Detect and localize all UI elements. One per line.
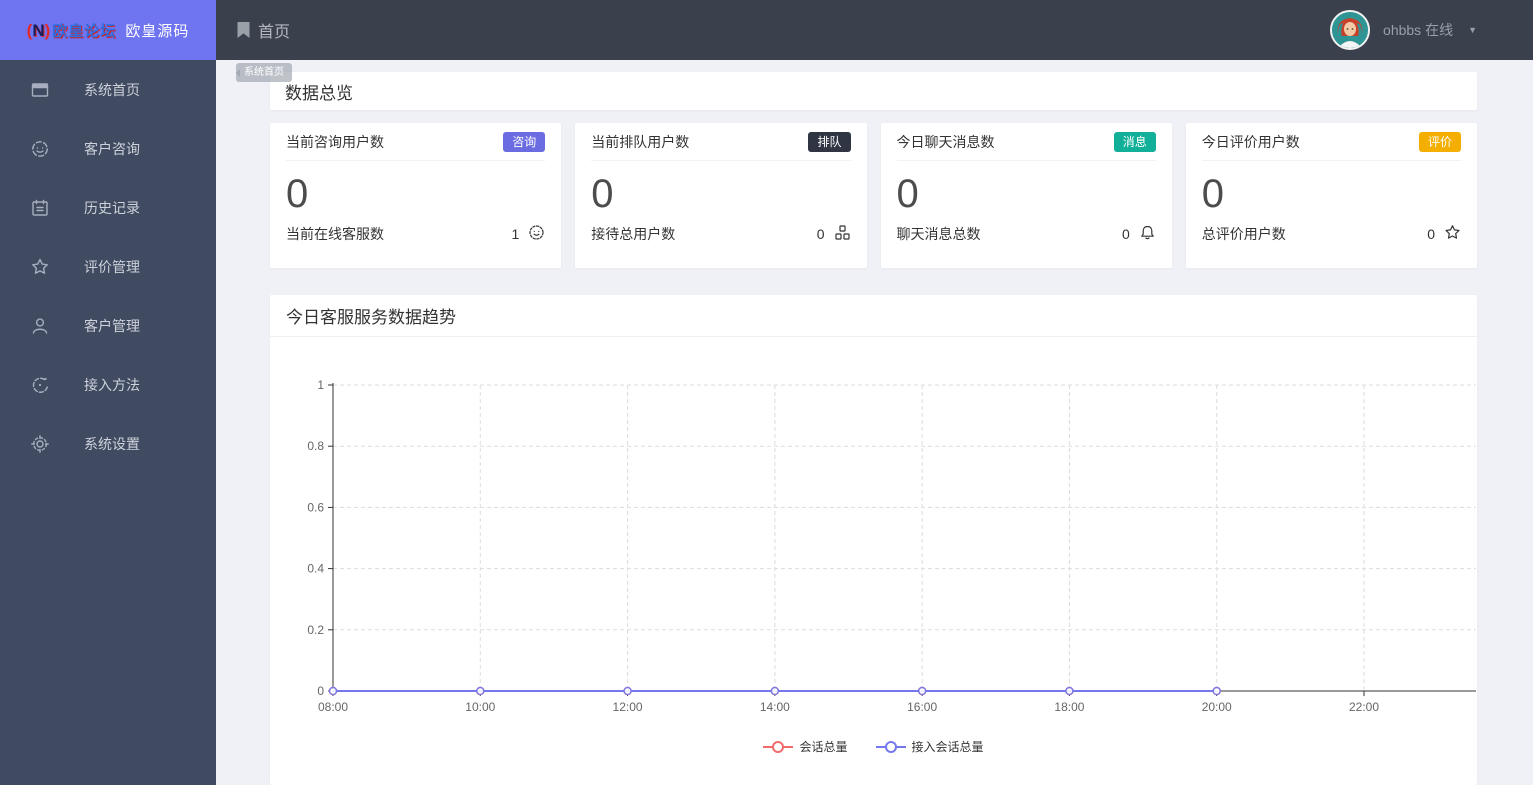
trend-chart: 0 0.2 0.4 0.6 0.8 1 08:00 10:00 12:00 14:00 16:00 1…: [307, 378, 1476, 714]
stat-footer-label: 总评价用户数: [1201, 226, 1286, 242]
stat-value: 0: [1201, 172, 1224, 216]
legend-label: 接入会话总量: [911, 740, 984, 754]
sidebar-item-settings[interactable]: 系统设置: [0, 414, 216, 473]
sidebar-item-label: 系统首页: [84, 81, 140, 98]
stat-cards-row: 当前咨询用户数 咨询 0 当前在线客服数 1 当前排队用户数 排队 0 接待总用…: [270, 123, 1477, 268]
star-icon: [1444, 224, 1461, 244]
agent-smiley-icon: [528, 224, 545, 244]
svg-text:0.4: 0.4: [307, 562, 324, 576]
brand-logo-icon: (N) 欧皇论坛: [27, 20, 117, 41]
stat-footer-label: 聊天消息总数: [896, 226, 981, 242]
smiley-icon: [30, 139, 50, 159]
svg-text:20:00: 20:00: [1202, 700, 1232, 714]
status-badge: 咨询: [503, 131, 546, 152]
legend-item[interactable]: 接入会话总量: [875, 738, 984, 755]
chart-area[interactable]: 0 0.2 0.4 0.6 0.8 1 08:00 10:00 12:00 14:00 16:00 1…: [270, 337, 1477, 755]
svg-text:0.8: 0.8: [307, 439, 324, 453]
stat-value: 0: [591, 172, 614, 216]
stat-footer-value: 0: [1121, 226, 1130, 242]
stat-footer-value: 1: [511, 226, 520, 242]
stat-label: 当前咨询用户数: [286, 133, 384, 150]
avatar[interactable]: [1330, 10, 1371, 50]
app-window: (N) 欧皇论坛 欧皇源码 首页 ohbbs 在线 ▼ 系统首页 客户咨询 历史…: [0, 0, 1533, 785]
sidebar-item-customers[interactable]: 客户管理: [0, 296, 216, 355]
bookmark-icon: [236, 21, 251, 39]
stat-value: 0: [896, 172, 919, 216]
legend-marker-icon: [875, 740, 906, 753]
legend-marker-icon: [763, 740, 794, 753]
svg-text:12:00: 12:00: [613, 700, 643, 714]
sidebar-item-reviews[interactable]: 评价管理: [0, 237, 216, 296]
gear-icon: [30, 434, 50, 454]
legend-label: 会话总量: [799, 740, 848, 754]
sidebar-item-label: 历史记录: [84, 199, 140, 216]
top-navbar: (N) 欧皇论坛 欧皇源码 首页 ohbbs 在线 ▼: [0, 0, 1533, 60]
stat-footer-label: 当前在线客服数: [286, 226, 384, 242]
stat-label: 今日评价用户数: [1201, 133, 1300, 150]
main-content: 系统首页 数据总览 当前咨询用户数 咨询 0 当前在线客服数 1 当前排队用户数…: [216, 60, 1533, 785]
stat-card-messages: 今日聊天消息数 消息 0 聊天消息总数 0: [880, 123, 1172, 268]
svg-text:16:00: 16:00: [907, 700, 937, 714]
stat-label: 当前排队用户数: [591, 133, 690, 150]
stat-card-consulting: 当前咨询用户数 咨询 0 当前在线客服数 1: [270, 123, 562, 268]
sidebar-item-label: 客户咨询: [84, 140, 140, 157]
sidebar-item-history[interactable]: 历史记录: [0, 178, 216, 237]
logo-text: 欧皇论坛: [52, 22, 117, 40]
svg-text:08:00: 08:00: [318, 700, 348, 714]
logo-paren-right: ): [44, 20, 51, 40]
page-tab-tooltip: 系统首页: [236, 63, 292, 82]
logo-letter: N: [32, 20, 45, 40]
legend-item[interactable]: 会话总量: [763, 738, 848, 755]
status-badge: 评价: [1418, 131, 1461, 152]
stat-footer-value: 0: [1427, 226, 1435, 242]
chart-title: 今日客服服务数据趋势: [286, 308, 456, 327]
brand-logo[interactable]: (N) 欧皇论坛 欧皇源码: [0, 0, 216, 60]
user-icon: [30, 316, 50, 336]
sidebar: 系统首页 客户咨询 历史记录 评价管理 客户管理 接入方法 系统设置: [0, 60, 216, 785]
svg-text:0.6: 0.6: [307, 500, 324, 514]
stat-label: 今日聊天消息数: [896, 133, 995, 150]
star-icon: [30, 257, 50, 277]
trend-chart-card: 今日客服服务数据趋势 0 0.2 0.4 0.6 0.8 1 08:00 10:00 12:00…: [270, 295, 1477, 785]
chart-legend: 会话总量 接入会话总量: [270, 738, 1477, 755]
stat-footer-label: 接待总用户数: [591, 226, 676, 242]
svg-text:18:00: 18:00: [1054, 700, 1084, 714]
svg-text:0.2: 0.2: [307, 623, 324, 637]
nav-home-link[interactable]: 首页: [236, 18, 290, 42]
history-notebook-icon: [30, 198, 50, 218]
stat-card-ratings: 今日评价用户数 评价 0 总评价用户数 0: [1185, 123, 1477, 268]
svg-text:22:00: 22:00: [1349, 700, 1379, 714]
user-menu[interactable]: ohbbs 在线 ▼: [1330, 10, 1477, 50]
status-badge: 排队: [808, 131, 851, 152]
stat-footer-value: 0: [816, 226, 825, 242]
svg-text:10:00: 10:00: [465, 700, 495, 714]
api-link-icon: [30, 375, 50, 395]
nav-home-label: 首页: [258, 24, 291, 41]
stat-value: 0: [286, 172, 309, 216]
svg-text:14:00: 14:00: [760, 700, 790, 714]
sidebar-item-label: 客户管理: [84, 317, 140, 334]
user-name[interactable]: ohbbs 在线: [1383, 20, 1453, 40]
svg-text:0: 0: [317, 684, 324, 698]
overview-header-panel: 数据总览: [270, 72, 1477, 110]
svg-text:1: 1: [317, 378, 324, 392]
page-title: 数据总览: [285, 83, 353, 103]
sidebar-item-label: 系统设置: [84, 435, 140, 452]
monitor-icon: [30, 80, 50, 100]
sidebar-item-consult[interactable]: 客户咨询: [0, 119, 216, 178]
queue-grid-icon: [834, 224, 851, 244]
stat-card-queue: 当前排队用户数 排队 0 接待总用户数 0: [575, 123, 867, 268]
sidebar-item-integration[interactable]: 接入方法: [0, 355, 216, 414]
status-badge: 消息: [1113, 131, 1156, 152]
sidebar-item-label: 评价管理: [84, 258, 140, 275]
sidebar-item-home[interactable]: 系统首页: [0, 60, 216, 119]
bell-icon: [1139, 224, 1156, 244]
brand-title: 欧皇源码: [125, 22, 190, 40]
caret-down-icon: ▼: [1468, 25, 1477, 35]
sidebar-item-label: 接入方法: [84, 376, 140, 393]
